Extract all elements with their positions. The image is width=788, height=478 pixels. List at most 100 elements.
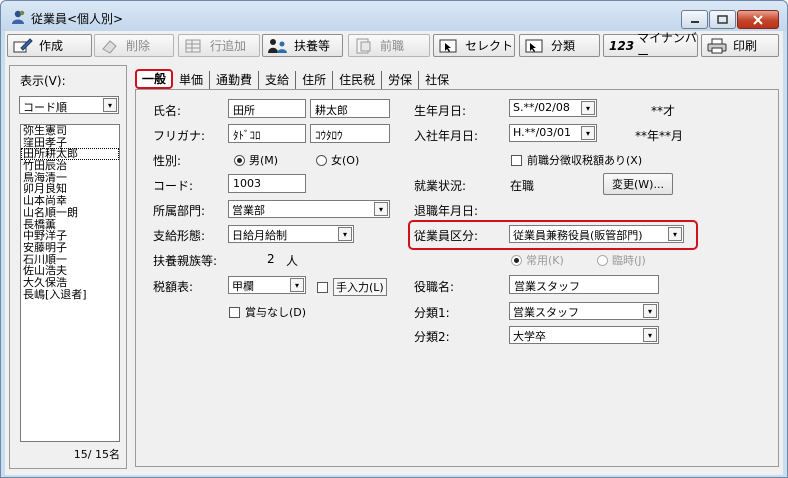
hire-date-field[interactable]: H.**/03/01 ▾: [509, 124, 597, 142]
create-label: 作成: [39, 39, 64, 53]
first-kana-field[interactable]: ｺｳﾀﾛｳ: [310, 124, 390, 143]
tab-7[interactable]: 社保: [419, 71, 455, 89]
tab-3[interactable]: 支給: [259, 71, 297, 89]
dependents-count: 2: [267, 252, 275, 266]
tab-1[interactable]: 単価: [173, 71, 211, 89]
app-icon: [12, 10, 25, 24]
add-row-button[interactable]: 行追加: [178, 34, 260, 57]
manual-input-checkbox[interactable]: 手入力(L): [317, 278, 387, 296]
employee-list-item[interactable]: 安藤明子: [21, 242, 119, 254]
checkbox-icon: [511, 154, 522, 166]
tax-table-select[interactable]: 甲欄 ▾: [228, 276, 306, 294]
employee-type-select[interactable]: 従業員兼務役員(販管部門) ▾: [509, 225, 684, 243]
employee-list-item[interactable]: 長嶋[入退者]: [21, 289, 119, 301]
last-name-field[interactable]: 田所: [228, 99, 306, 118]
last-kana-field[interactable]: ﾀﾄﾞｺﾛ: [228, 124, 306, 143]
employee-list-item[interactable]: 鳥海清一: [21, 172, 119, 184]
toolbar: 作成 削除 行追加 扶養等 前職 セレクト 分類 123 マイナンバー 印刷: [5, 31, 783, 62]
chevron-down-icon[interactable]: ▾: [643, 328, 657, 342]
add-row-label: 行追加: [210, 39, 247, 53]
employee-list-item[interactable]: 山名順一朗: [21, 207, 119, 219]
dependents-unit: 人: [286, 254, 299, 268]
chevron-down-icon[interactable]: ▾: [374, 202, 388, 216]
delete-label: 削除: [126, 39, 151, 53]
sort-order-select[interactable]: コード順 ▾: [19, 96, 119, 114]
radio-unselected-icon: [597, 254, 608, 266]
tab-4[interactable]: 住所: [296, 71, 334, 89]
close-button[interactable]: [737, 10, 779, 29]
no-bonus-checkbox[interactable]: 賞与なし(D): [229, 304, 306, 320]
tab-bar: 一般 単価 通勤費 支給 住所 住民税 労保 社保: [135, 69, 455, 89]
gender-male-label: 男(M): [249, 154, 279, 167]
employee-list-item[interactable]: 弥生憲司: [21, 125, 119, 137]
classify-button[interactable]: 分類: [519, 34, 600, 57]
employee-list[interactable]: 弥生憲司 窪田孝子 田所耕太郎 竹田辰治 鳥海清一 卯月良知 山本尚幸 山名順一朗 長橋薫 中野洋…: [20, 124, 120, 442]
employee-list-item[interactable]: 竹田辰治: [21, 160, 119, 172]
employee-list-item[interactable]: 長橋薫: [21, 219, 119, 231]
gender-female-radio[interactable]: 女(O): [316, 152, 359, 168]
chevron-down-icon[interactable]: ▾: [290, 278, 304, 292]
class1-value: 営業スタッフ: [513, 306, 579, 319]
radio-selected-icon: [234, 154, 245, 166]
tab-0[interactable]: 一般: [135, 69, 174, 89]
pay-type-select[interactable]: 日給月給制 ▾: [228, 225, 354, 243]
gender-male-radio[interactable]: 男(M): [234, 152, 278, 168]
dependents-button[interactable]: 扶養等: [262, 34, 343, 57]
temporary-radio[interactable]: 臨時(J): [597, 252, 646, 268]
employee-list-item[interactable]: 石川順一: [21, 254, 119, 266]
first-name-field[interactable]: 耕太郎: [310, 99, 390, 118]
employee-list-item[interactable]: 佐山浩夫: [21, 265, 119, 277]
code-field[interactable]: 1003: [228, 174, 306, 193]
position-field[interactable]: 営業スタッフ: [509, 275, 659, 294]
minimize-icon: [690, 20, 699, 23]
class2-select[interactable]: 大学卒 ▾: [509, 326, 659, 344]
employment-status-label: 就業状況:: [414, 179, 467, 193]
print-button[interactable]: 印刷: [701, 34, 779, 57]
select-icon: [439, 38, 459, 54]
print-label: 印刷: [733, 39, 758, 53]
minimize-button[interactable]: [681, 10, 708, 29]
chevron-down-icon[interactable]: ▾: [668, 227, 682, 241]
employee-list-item[interactable]: 山本尚幸: [21, 195, 119, 207]
chevron-down-icon[interactable]: ▾: [338, 227, 352, 241]
employee-list-item[interactable]: 大久保浩: [21, 277, 119, 289]
department-select[interactable]: 営業部 ▾: [228, 200, 390, 218]
employee-window: 従業員<個人別> 作成 削除 行追加 扶養等 前職 セレクト 分類 123 マイ…: [0, 0, 788, 478]
tab-2[interactable]: 通勤費: [210, 71, 260, 89]
employee-list-item[interactable]: 田所耕太郎: [21, 148, 119, 161]
chevron-down-icon[interactable]: ▾: [643, 304, 657, 318]
regular-radio[interactable]: 常用(K): [511, 252, 564, 268]
tab-5[interactable]: 住民税: [333, 71, 383, 89]
tab-6[interactable]: 労保: [382, 71, 420, 89]
change-status-button[interactable]: 変更(W)...: [603, 173, 673, 195]
chevron-down-icon[interactable]: ▾: [103, 98, 117, 112]
previous-job-label: 前職: [380, 39, 405, 53]
previous-job-button[interactable]: 前職: [348, 34, 430, 57]
delete-button[interactable]: 削除: [94, 34, 174, 57]
client-area: 作成 削除 行追加 扶養等 前職 セレクト 分類 123 マイナンバー 印刷 表…: [5, 31, 783, 475]
chevron-down-icon[interactable]: ▾: [581, 101, 595, 115]
class1-select[interactable]: 営業スタッフ ▾: [509, 302, 659, 320]
classify-label: 分類: [551, 39, 576, 53]
employee-list-item[interactable]: 卯月良知: [21, 183, 119, 195]
employee-type-label: 従業員区分:: [414, 229, 479, 243]
previous-tax-checkbox[interactable]: 前職分徴収税額あり(X): [511, 152, 642, 168]
employee-list-item[interactable]: 窪田孝子: [21, 137, 119, 149]
birth-date-value: S.**/02/08: [513, 101, 570, 114]
dependents-label: 扶養等: [294, 39, 331, 53]
department-label: 所属部門:: [153, 204, 206, 218]
radio-selected-icon: [511, 254, 522, 266]
birth-date-label: 生年月日:: [414, 104, 467, 118]
select-button[interactable]: セレクト: [433, 34, 515, 57]
chevron-down-icon[interactable]: ▾: [581, 126, 595, 140]
birth-date-field[interactable]: S.**/02/08 ▾: [509, 99, 597, 117]
title-bar[interactable]: 従業員<個人別>: [1, 1, 787, 31]
mynumber-button[interactable]: 123 マイナンバー: [603, 31, 698, 62]
employment-status: 在職: [510, 179, 535, 193]
classify-icon: [525, 38, 545, 54]
maximize-button[interactable]: [709, 10, 736, 29]
create-button[interactable]: 作成: [7, 34, 92, 57]
mynumber-label: マイナンバー: [637, 30, 697, 62]
department-value: 営業部: [232, 204, 265, 217]
employee-list-item[interactable]: 中野洋子: [21, 230, 119, 242]
